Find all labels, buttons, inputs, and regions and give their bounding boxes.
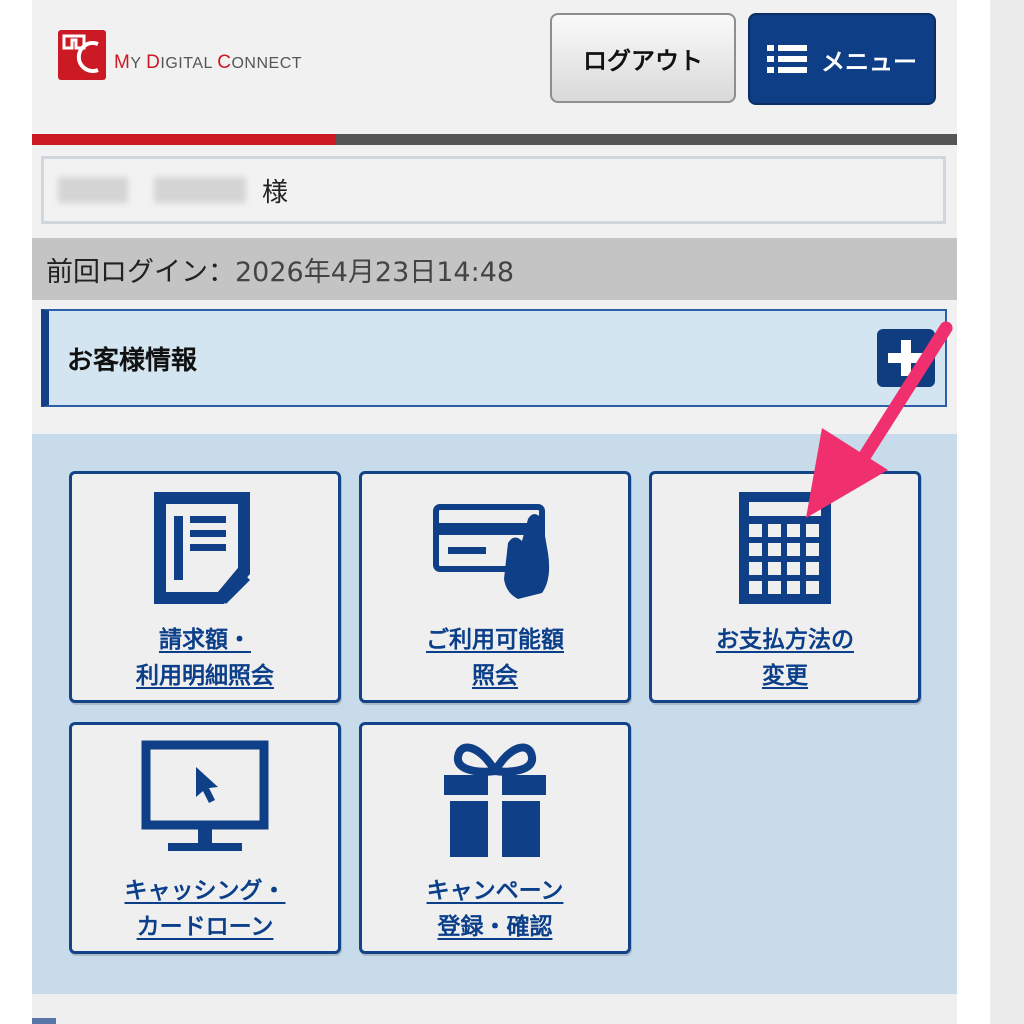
page: MY DIGITAL CONNECT ログアウト メニュー 様 前回ログイン： … <box>32 0 957 1024</box>
brand-logo[interactable]: MY DIGITAL CONNECT <box>58 30 302 80</box>
brand-name: MY DIGITAL CONNECT <box>114 52 302 74</box>
tile-label-line2: カードローン <box>136 914 274 940</box>
tile-label-line1: お支払方法の <box>716 627 854 653</box>
tile-label-line2: 変更 <box>762 663 808 689</box>
tile-payment-method-change[interactable]: お支払方法の 変更 <box>649 471 921 703</box>
header-stripe-gray <box>336 134 957 145</box>
menu-button[interactable]: メニュー <box>748 13 936 105</box>
tile-label-line1: キャッシング・ <box>124 878 286 904</box>
customer-info-title: お客様情報 <box>67 345 198 376</box>
brand-initial-m: M <box>114 52 131 73</box>
last-login-bar: 前回ログイン： 2026年4月23日14:48 <box>32 238 957 300</box>
tile-label: ご利用可能額 照会 <box>426 622 564 694</box>
header-stripe-red <box>32 134 336 145</box>
honorific: 様 <box>262 177 289 208</box>
user-name-box: 様 <box>41 156 946 224</box>
menu-button-label: メニュー <box>821 47 917 76</box>
right-gutter <box>990 0 1024 1024</box>
brand-word-digital: IGITAL <box>160 55 218 72</box>
tile-label: 請求額・ 利用明細照会 <box>136 622 274 694</box>
tile-campaign-register[interactable]: キャンペーン 登録・確認 <box>359 722 631 954</box>
tile-billing-statement[interactable]: 請求額・ 利用明細照会 <box>69 471 341 703</box>
logout-button[interactable]: ログアウト <box>550 13 736 103</box>
expand-plus-icon[interactable] <box>877 329 935 387</box>
tile-label-line2: 利用明細照会 <box>136 663 274 689</box>
brand-word-connect: ONNECT <box>231 55 303 72</box>
tile-label: キャッシング・ カードローン <box>125 873 286 945</box>
customer-info-panel[interactable]: お客様情報 <box>41 309 947 407</box>
brand-initial-d: D <box>146 52 161 73</box>
tile-label-line1: キャンペーン <box>426 878 564 904</box>
gift-icon <box>444 743 546 857</box>
last-login-value: 2026年4月23日14:48 <box>235 256 515 288</box>
document-icon <box>154 492 250 604</box>
list-menu-icon <box>767 45 807 73</box>
tile-label: キャンペーン 登録・確認 <box>427 873 564 945</box>
footer-band <box>32 994 957 1024</box>
brand-word-my: Y <box>130 55 147 72</box>
redacted-given-name <box>154 177 246 203</box>
last-login-label: 前回ログイン： <box>46 256 235 288</box>
brand-initial-c: C <box>217 52 232 73</box>
menu-tile-grid: 請求額・ 利用明細照会 ご利用可能額 照会 お支払方法の 変更 キャッシング・ … <box>32 434 957 994</box>
tile-label-line2: 登録・確認 <box>437 914 553 940</box>
tile-available-credit[interactable]: ご利用可能額 照会 <box>359 471 631 703</box>
redacted-surname <box>58 177 128 203</box>
tile-cashing-card-loan[interactable]: キャッシング・ カードローン <box>69 722 341 954</box>
tile-label-line1: ご利用可能額 <box>426 627 564 653</box>
monitor-cursor-icon <box>141 740 269 851</box>
footer-marker <box>32 1018 56 1024</box>
tile-label-line1: 請求額・ <box>159 627 251 653</box>
calculator-icon <box>739 492 831 604</box>
mdc-logo-mark-icon <box>58 30 106 80</box>
tile-label-line2: 照会 <box>472 663 518 689</box>
tile-label: お支払方法の 変更 <box>716 622 854 694</box>
card-hand-icon <box>433 504 550 599</box>
